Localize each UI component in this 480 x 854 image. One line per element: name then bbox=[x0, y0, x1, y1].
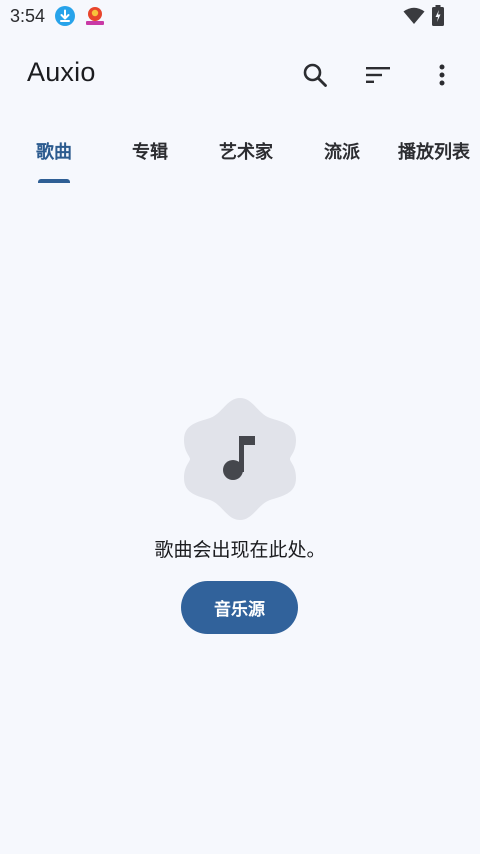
tab-bar: 歌曲 专辑 艺术家 流派 播放列表 bbox=[0, 118, 480, 184]
more-options-button[interactable] bbox=[420, 53, 464, 97]
tab-playlists[interactable]: 播放列表 bbox=[398, 118, 480, 184]
app-notification-icon bbox=[83, 4, 107, 28]
tab-label: 播放列表 bbox=[398, 142, 470, 163]
tab-genres[interactable]: 流派 bbox=[306, 118, 378, 184]
tab-label: 专辑 bbox=[132, 142, 168, 163]
tab-albums[interactable]: 专辑 bbox=[114, 118, 186, 184]
app-bar: Auxio bbox=[0, 40, 480, 112]
music-source-button-label: 音乐源 bbox=[214, 600, 265, 620]
music-source-button[interactable]: 音乐源 bbox=[181, 581, 298, 634]
more-vert-icon bbox=[439, 64, 445, 86]
empty-state-message: 歌曲会出现在此处。 bbox=[154, 539, 326, 561]
empty-state-icon-badge bbox=[180, 394, 300, 524]
sort-icon bbox=[366, 67, 390, 83]
app-title: Auxio bbox=[27, 57, 96, 87]
battery-charging-icon bbox=[432, 5, 444, 26]
status-bar: 3:54 bbox=[0, 0, 480, 34]
active-tab-indicator bbox=[38, 179, 70, 183]
tab-label: 艺术家 bbox=[219, 142, 273, 163]
search-button[interactable] bbox=[293, 53, 337, 97]
tab-label: 歌曲 bbox=[36, 142, 72, 163]
sort-button[interactable] bbox=[356, 53, 400, 97]
tab-songs[interactable]: 歌曲 bbox=[18, 118, 90, 184]
wifi-icon bbox=[403, 7, 425, 25]
search-icon bbox=[303, 63, 327, 87]
download-icon bbox=[55, 6, 75, 26]
tab-artists[interactable]: 艺术家 bbox=[206, 118, 286, 184]
status-time: 3:54 bbox=[10, 6, 46, 26]
tab-label: 流派 bbox=[324, 142, 360, 163]
